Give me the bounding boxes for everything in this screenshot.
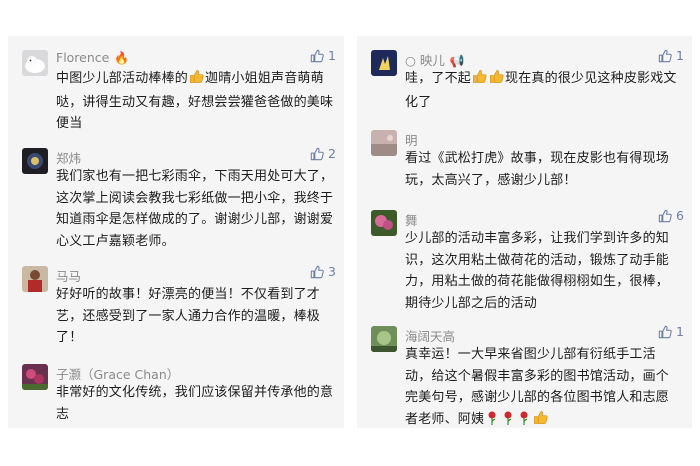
avatar[interactable] [22, 364, 48, 390]
like-button[interactable]: 6 [658, 208, 684, 223]
avatar[interactable] [371, 130, 397, 156]
like-count: 1 [676, 48, 684, 63]
commenter-name[interactable]: 海阔天高 [405, 326, 455, 345]
thumbs-up-emoji-icon [189, 69, 204, 92]
like-button[interactable]: 2 [310, 146, 336, 161]
rose-icon [486, 411, 498, 429]
comment-text-part: 哇，了不起 [405, 71, 472, 86]
thumbs-up-icon [658, 209, 672, 223]
commenter-name[interactable]: 马马 [56, 266, 81, 285]
avatar[interactable] [371, 50, 397, 76]
comment-text-part: 中图少儿部活动棒棒的 [56, 71, 189, 86]
like-button[interactable]: 1 [310, 48, 336, 63]
like-count: 1 [676, 324, 684, 339]
commenter-name[interactable]: Florence 🔥 [56, 50, 129, 65]
comment-item: ○ 映儿 📢 1 哇，了不起 现在真的很少见这种皮影戏文化了 [357, 48, 692, 118]
name-prefix: ○ [405, 53, 416, 68]
like-button[interactable]: 1 [658, 48, 684, 63]
avatar[interactable] [371, 326, 397, 352]
rose-icon [518, 411, 530, 429]
comment-text: 非常好的文化传统，我们应该保留并传承他的意志 [56, 385, 334, 422]
commenter-name-text: Florence [56, 50, 110, 65]
thumbs-up-icon [310, 147, 324, 161]
comments-panel-right: ○ 映儿 📢 1 哇，了不起 现在真的很少见这种皮影戏文化了 明 看过《武松打虎》… [357, 36, 692, 428]
comment-text: 好好听的故事！好漂亮的便当！不仅看到了才艺，还感受到了一家人通力合作的温暖，棒极… [56, 287, 321, 345]
comment-text: 我们家也有一把七彩雨伞，下雨天用处可大了，这次掌上阅读会教我七彩纸做一把小伞，我… [56, 169, 334, 249]
like-button[interactable]: 1 [658, 324, 684, 339]
comment-item: 明 看过《武松打虎》故事，现在皮影也有得现场玩，太高兴了，感谢少儿部！ [357, 128, 692, 198]
comment-text: 看过《武松打虎》故事，现在皮影也有得现场玩，太高兴了，感谢少儿部！ [405, 151, 670, 188]
avatar[interactable] [371, 210, 397, 236]
thumbs-up-icon [658, 325, 672, 339]
comment-text: 真幸运！一大早来省图少儿部有衍纸手工活动，给这个暑假丰富多彩的图书馆活动，画个完… [405, 344, 682, 428]
thumbs-up-icon [310, 49, 324, 63]
comment-item: 马马 3 好好听的故事！好漂亮的便当！不仅看到了才艺，还感受到了一家人通力合作的… [8, 264, 344, 354]
like-count: 3 [328, 264, 336, 279]
thumbs-up-icon [658, 49, 672, 63]
like-count: 6 [676, 208, 684, 223]
like-count: 2 [328, 146, 336, 161]
avatar[interactable] [22, 266, 48, 292]
like-button[interactable]: 3 [310, 264, 336, 279]
commenter-name-text: 映儿 [419, 53, 445, 68]
commenter-name[interactable]: 舞 [405, 210, 418, 229]
commenter-name[interactable]: 郑炜 [56, 148, 81, 167]
like-count: 1 [328, 48, 336, 63]
thumbs-up-emoji-icon [533, 410, 548, 429]
thumbs-up-emoji-icon [489, 69, 504, 92]
thumbs-up-emoji-icon [472, 69, 487, 92]
thumbs-up-icon [310, 265, 324, 279]
comment-text: 中图少儿部活动棒棒的 迦晴小姐姐声音萌萌哒，讲得生动又有趣，好想尝尝獾爸爸做的美味… [56, 68, 334, 135]
commenter-name[interactable]: 子灏（Grace Chan） [56, 364, 179, 383]
comments-panel-left: Florence 🔥 1 中图少儿部活动棒棒的 迦晴小姐姐声音萌萌哒，讲得生动又有… [8, 36, 344, 428]
fire-icon: 🔥 [114, 51, 130, 65]
comment-item: 子灏（Grace Chan） 非常好的文化传统，我们应该保留并传承他的意志 [8, 362, 344, 428]
comment-text: 少儿部的活动丰富多彩，让我们学到许多的知识，这次用粘土做荷花的活动，锻炼了动手能… [405, 231, 670, 311]
megaphone-icon: 📢 [449, 54, 465, 68]
commenter-name[interactable]: 明 [405, 130, 418, 149]
comment-text: 哇，了不起 现在真的很少见这种皮影戏文化了 [405, 68, 682, 113]
comment-item: 舞 6 少儿部的活动丰富多彩，让我们学到许多的知识，这次用粘土做荷花的活动，锻炼… [357, 208, 692, 318]
avatar[interactable] [22, 50, 48, 76]
avatar[interactable] [22, 148, 48, 174]
commenter-name[interactable]: ○ 映儿 📢 [405, 50, 465, 69]
comment-item: 海阔天高 1 真幸运！一大早来省图少儿部有衍纸手工活动，给这个暑假丰富多彩的图书… [357, 324, 692, 428]
comment-item: 郑炜 2 我们家也有一把七彩雨伞，下雨天用处可大了，这次掌上阅读会教我七彩纸做一… [8, 146, 344, 256]
comment-item: Florence 🔥 1 中图少儿部活动棒棒的 迦晴小姐姐声音萌萌哒，讲得生动又有… [8, 48, 344, 138]
rose-icon [502, 411, 514, 429]
